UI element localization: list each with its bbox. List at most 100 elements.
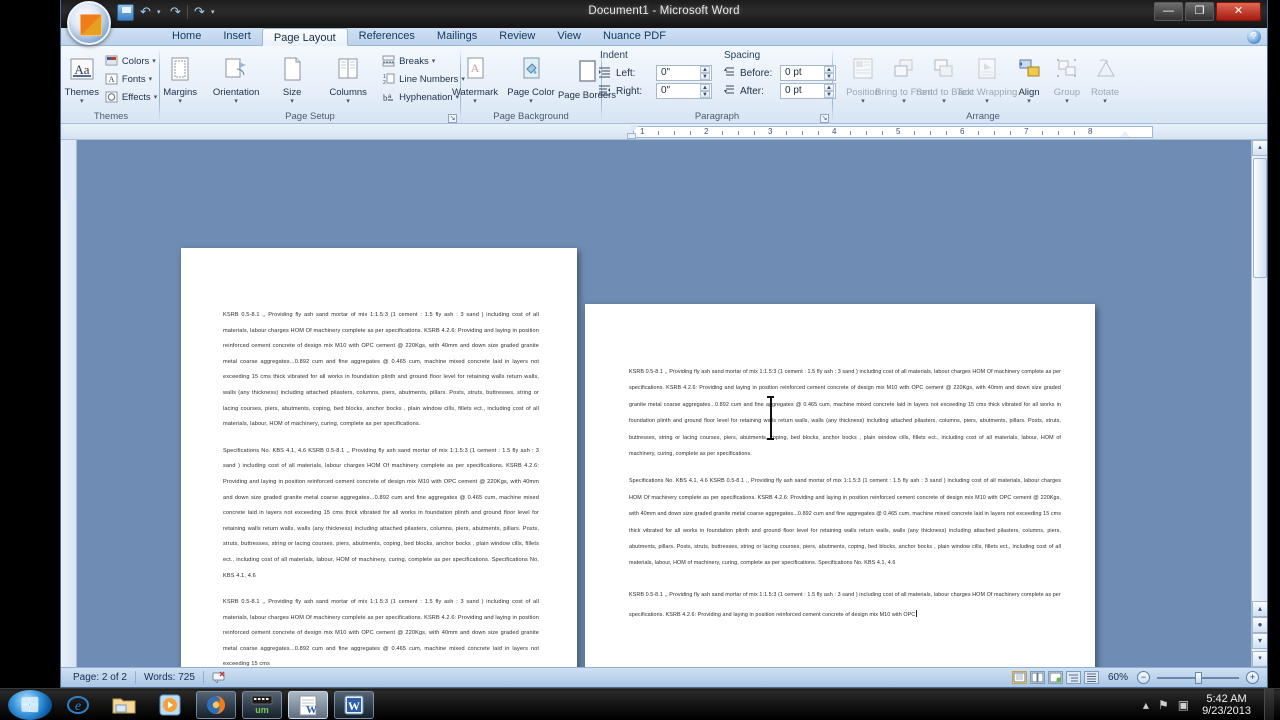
zoom-in-button[interactable]: + xyxy=(1246,671,1259,684)
tab-nuance-pdf[interactable]: Nuance PDF xyxy=(592,27,677,45)
right-indent-marker[interactable] xyxy=(1120,131,1130,137)
page-color-dropdown-icon[interactable]: ▾ xyxy=(529,98,533,105)
taskbar-item-wordpad-document[interactable]: W xyxy=(288,690,328,719)
indent-right-input[interactable]: 0" ▲ ▼ xyxy=(656,83,712,99)
left-indent-marker[interactable] xyxy=(627,133,636,139)
send-to-back-dropdown-icon[interactable]: ▾ xyxy=(942,98,946,105)
indent-left-spin-down[interactable]: ▼ xyxy=(700,73,710,80)
orientation-dropdown-icon[interactable]: ▾ xyxy=(234,98,238,105)
paragraph[interactable]: KSRB 0.5-8.1 ,, Providing fly ash sand m… xyxy=(629,364,1061,462)
next-page-button[interactable]: ▾ xyxy=(1252,633,1267,649)
previous-page-button[interactable]: ▴ xyxy=(1252,601,1267,617)
show-hidden-icons-icon[interactable]: ▴ xyxy=(1143,698,1149,712)
paragraph[interactable]: Specifications No. KBS 4.1, 4.6 KSRB 0.5… xyxy=(223,444,539,584)
first-line-indent-marker[interactable] xyxy=(629,125,639,131)
paragraph[interactable]: Specifications No. KBS 4.1, 4.6 KSRB 0.5… xyxy=(629,473,1061,571)
view-outline-button[interactable] xyxy=(1065,671,1081,684)
paragraph[interactable]: KSRB 0.5-8.1 ,, Providing fly ash sand m… xyxy=(223,308,539,433)
view-web-layout-button[interactable] xyxy=(1047,671,1063,684)
rotate-dropdown-icon[interactable]: ▾ xyxy=(1103,98,1107,105)
action-center-icon[interactable]: ▣ xyxy=(1178,698,1189,712)
taskbar-item-microsoft-word[interactable]: W xyxy=(334,690,374,719)
tab-references[interactable]: References xyxy=(348,27,426,45)
size-dropdown-icon[interactable]: ▾ xyxy=(290,98,294,105)
themes-button[interactable]: Aa Themes ▾ xyxy=(62,54,102,105)
tab-view[interactable]: View xyxy=(546,27,592,45)
tab-home[interactable]: Home xyxy=(161,27,212,45)
bring-to-front-dropdown-icon[interactable]: ▾ xyxy=(902,98,906,105)
select-browse-object-button[interactable]: ● xyxy=(1252,617,1267,633)
close-button[interactable]: ✕ xyxy=(1216,2,1261,21)
maximize-button[interactable]: ❐ xyxy=(1185,2,1214,21)
page-indicator[interactable]: Page: 2 of 2 xyxy=(65,672,135,683)
vertical-ruler[interactable] xyxy=(61,140,77,667)
size-button[interactable]: Size ▾ xyxy=(264,54,320,105)
breaks-dropdown-icon[interactable]: ▾ xyxy=(432,57,436,65)
show-desktop-button[interactable] xyxy=(1264,688,1274,720)
taskbar-item-internet-explorer[interactable]: e xyxy=(58,691,98,719)
spacing-before-input[interactable]: 0 pt ▲ ▼ xyxy=(780,65,836,81)
indent-left-spin-up[interactable]: ▲ xyxy=(700,66,710,73)
taskbar-item-um-converter[interactable]: um xyxy=(242,690,282,719)
indent-right-spin-up[interactable]: ▲ xyxy=(700,84,710,91)
scroll-up-button[interactable]: ▴ xyxy=(1252,140,1267,156)
document-page-2[interactable]: KSRB 0.5-8.1 ,, Providing fly ash sand m… xyxy=(585,304,1095,667)
text-wrapping-dropdown-icon[interactable]: ▾ xyxy=(985,98,989,105)
orientation-button[interactable]: Orientation ▾ xyxy=(208,54,264,105)
group-dropdown-icon[interactable]: ▾ xyxy=(1065,98,1069,105)
align-dropdown-icon[interactable]: ▾ xyxy=(1027,98,1031,105)
redo-icon[interactable]: ↷ xyxy=(167,4,184,21)
repeat-icon[interactable]: ↷ xyxy=(191,4,208,21)
proofing-errors-icon[interactable] xyxy=(204,670,235,686)
ruler-face[interactable]: 1 2 3 4 5 6 7 8 xyxy=(633,126,1153,138)
tab-page-layout[interactable]: Page Layout xyxy=(261,28,348,46)
tab-review[interactable]: Review xyxy=(488,27,546,45)
taskbar-item-windows-explorer[interactable] xyxy=(104,691,144,719)
undo-dropdown-icon[interactable]: ▾ xyxy=(157,8,164,16)
group-button[interactable]: Group ▾ xyxy=(1048,54,1086,105)
margins-button[interactable]: Margins ▾ xyxy=(152,54,208,105)
zoom-out-button[interactable]: − xyxy=(1137,671,1150,684)
zoom-slider[interactable] xyxy=(1157,671,1239,684)
margins-dropdown-icon[interactable]: ▾ xyxy=(178,98,182,105)
watermark-button[interactable]: A Watermark ▾ xyxy=(447,54,503,105)
taskbar-item-windows-media-player[interactable] xyxy=(150,691,190,719)
watermark-dropdown-icon[interactable]: ▾ xyxy=(473,98,477,105)
minimize-button[interactable]: — xyxy=(1154,2,1183,21)
start-button[interactable] xyxy=(8,689,52,720)
text-wrapping-button[interactable]: Text Wrapping ▾ xyxy=(957,54,1017,105)
word-count[interactable]: Words: 725 xyxy=(136,672,203,683)
align-button[interactable]: Align ▾ xyxy=(1010,54,1048,105)
themes-dropdown-icon[interactable]: ▾ xyxy=(80,98,84,105)
page-setup-dialog-launcher[interactable]: ↘ xyxy=(448,114,457,123)
view-full-screen-reading-button[interactable] xyxy=(1029,671,1045,684)
columns-button[interactable]: Columns ▾ xyxy=(320,54,376,105)
clock[interactable]: 5:42 AM 9/23/2013 xyxy=(1198,693,1255,717)
position-dropdown-icon[interactable]: ▾ xyxy=(861,98,865,105)
rotate-button[interactable]: Rotate ▾ xyxy=(1086,54,1124,105)
vertical-scrollbar[interactable]: ▴ ▴ ● ▾ ▾ xyxy=(1251,140,1267,667)
office-button[interactable] xyxy=(67,1,111,45)
document-page-1[interactable]: KSRB 0.5-8.1 ,, Providing fly ash sand m… xyxy=(181,248,577,667)
zoom-level[interactable]: 60% xyxy=(1102,672,1134,683)
save-icon[interactable] xyxy=(117,3,134,21)
help-icon[interactable]: ? xyxy=(1247,30,1261,44)
paragraph-dialog-launcher[interactable]: ↘ xyxy=(820,114,829,123)
customize-qat-icon[interactable]: ▾ xyxy=(211,8,218,16)
taskbar-item-mozilla-firefox[interactable] xyxy=(196,690,236,719)
indent-left-input[interactable]: 0" ▲ ▼ xyxy=(656,65,712,81)
spacing-after-input[interactable]: 0 pt ▲ ▼ xyxy=(780,83,836,99)
paragraph[interactable]: KSRB 0.5-8.1 ,, Providing fly ash sand m… xyxy=(629,592,1061,618)
view-print-layout-button[interactable] xyxy=(1011,671,1027,684)
undo-icon[interactable]: ↶ xyxy=(137,4,154,21)
network-icon[interactable]: ⚑ xyxy=(1158,698,1169,712)
zoom-slider-thumb[interactable] xyxy=(1195,671,1202,684)
scrollbar-thumb[interactable] xyxy=(1253,158,1267,278)
view-draft-button[interactable] xyxy=(1083,671,1099,684)
indent-right-spin-down[interactable]: ▼ xyxy=(700,91,710,98)
page-color-button[interactable]: Page Color ▾ xyxy=(503,54,559,105)
columns-dropdown-icon[interactable]: ▾ xyxy=(346,98,350,105)
scroll-down-button[interactable]: ▾ xyxy=(1252,651,1267,667)
tab-insert[interactable]: Insert xyxy=(212,27,262,45)
horizontal-ruler[interactable]: 1 2 3 4 5 6 7 8 xyxy=(61,124,1267,140)
